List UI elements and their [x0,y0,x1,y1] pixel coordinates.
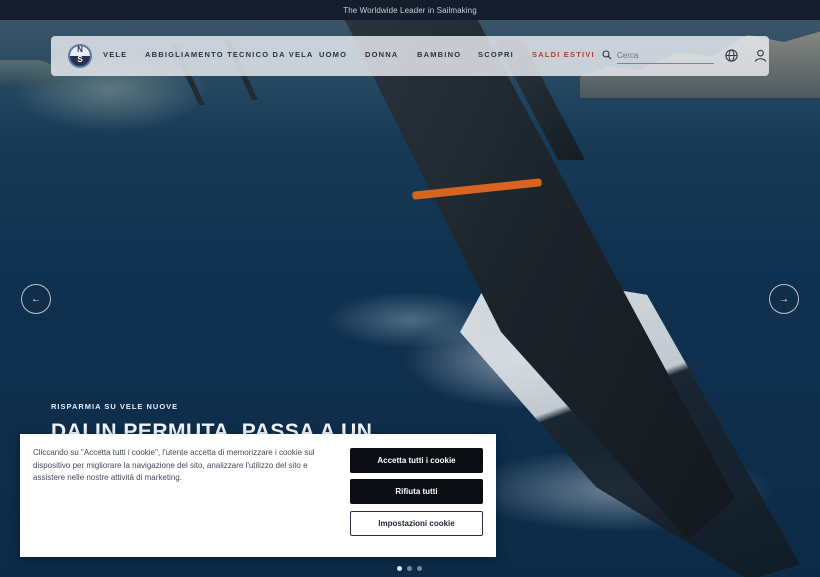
carousel-prev-button[interactable]: ← [21,284,51,314]
search-input[interactable] [617,47,714,64]
carousel-dot[interactable] [397,566,402,571]
carousel-dot[interactable] [417,566,422,571]
cookie-message: Cliccando su "Accetta tutti i cookie", l… [33,448,315,482]
nav-item-abbigliamento[interactable]: ABBIGLIAMENTO TECNICO DA VELA [145,50,314,59]
nav-item-uomo[interactable]: UOMO [319,50,347,59]
arrow-right-icon: → [779,293,789,305]
globe-icon[interactable] [724,48,739,63]
logo-bottom-letter: S [77,55,83,64]
nav-item-bambino[interactable]: BAMBINO [417,50,461,59]
hero-eyebrow: RISPARMIA SU VELE NUOVE [51,402,179,411]
cookie-settings-button[interactable]: Impostazioni cookie [350,511,483,536]
accept-all-cookies-button[interactable]: Accetta tutti i cookie [350,448,483,473]
carousel-dot[interactable] [407,566,412,571]
cookie-banner: Cliccando su "Accetta tutti i cookie", l… [20,434,496,557]
nav-item-vele[interactable]: VELE [103,50,127,59]
reject-all-cookies-button[interactable]: Rifiuta tutti [350,479,483,504]
search-icon[interactable] [602,50,612,60]
logo-top-letter: N [77,45,83,54]
nav-item-saldi-estivi[interactable]: SALDI ESTIVI [532,50,595,59]
arrow-left-icon: ← [31,293,41,305]
announcement-text: The Worldwide Leader in Sailmaking [343,5,477,15]
user-icon[interactable] [753,48,768,63]
north-sails-logo[interactable]: N S [68,44,92,68]
carousel-next-button[interactable]: → [769,284,799,314]
announcement-bar: The Worldwide Leader in Sailmaking [0,0,820,20]
nav-item-scopri[interactable]: SCOPRI [478,50,514,59]
carousel-pagination [397,566,422,571]
main-navigation: N S VELE ABBIGLIAMENTO TECNICO DA VELA U… [51,36,769,76]
nav-item-donna[interactable]: DONNA [365,50,399,59]
